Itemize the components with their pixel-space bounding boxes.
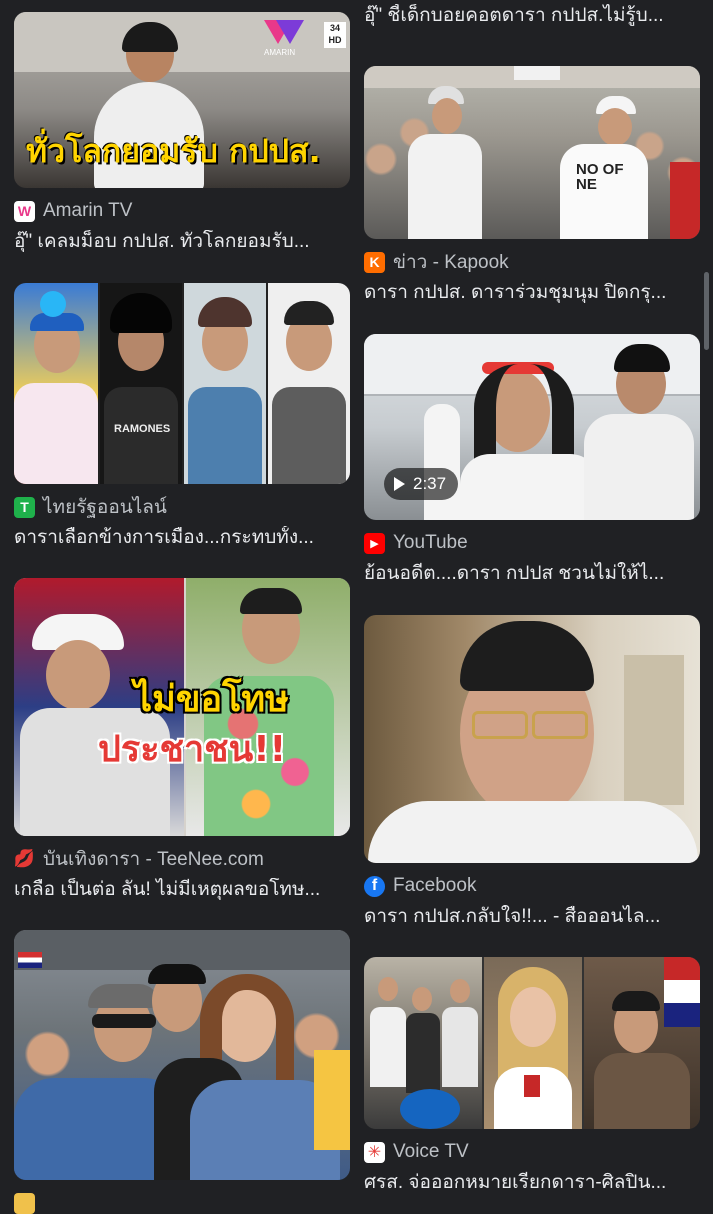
source-name: Voice TV	[393, 1141, 469, 1162]
shirt-text: NO OF NE	[576, 161, 624, 193]
sunglasses	[92, 1014, 156, 1028]
play-badge-icon	[40, 291, 66, 317]
thumbnail-caption-line-2: ประชาชน!!	[98, 729, 287, 770]
image-result-amarin[interactable]: AMARIN 34 HD ทั่วโลกยอมรับ กปปส. W Amari…	[14, 12, 350, 254]
shirt-text: RAMONES	[114, 423, 171, 435]
result-title[interactable]: อุ๊" เคลมม็อบ กปปส. ทั่วโลกยอมรับ...	[14, 230, 336, 254]
video-duration-badge: 2:37	[384, 468, 459, 500]
source-name: Facebook	[393, 875, 477, 896]
result-title[interactable]: ดาราเลือกข้างการเมือง...กระทบทั้ง...	[14, 526, 336, 550]
source-name: ข่าว - Kapook	[393, 252, 509, 273]
partial-favicon-icon	[14, 1192, 35, 1214]
source-name: บันเทิงดารา - TeeNee.com	[43, 849, 264, 870]
glasses-right	[532, 711, 588, 739]
source-line[interactable]: K ข่าว - Kapook	[364, 251, 700, 273]
channel-badge: 34 HD	[324, 22, 346, 48]
image-result-thairath[interactable]: RAMONES T ไทยรัฐออนไลน์ ดาราเลือกข้างการ…	[14, 283, 350, 550]
glasses-left	[472, 711, 528, 739]
singer-photo	[484, 957, 582, 1129]
result-title[interactable]: ดารา กปปส. ดาราร่วมชุมนุม ปิดกรุ...	[364, 281, 686, 305]
source-line[interactable]: 💋 บันเทิงดารา - TeeNee.com	[14, 848, 350, 870]
portrait-3	[184, 283, 266, 484]
result-title[interactable]: ดารา กปปส.กลับใจ!!... - สื่อออนไล...	[364, 905, 686, 929]
crowd-photo	[364, 957, 482, 1129]
result-title[interactable]: อุ๊" ชี้เด็กบอยคอตดารา กปปส.ไม่รู้บ...	[364, 4, 686, 28]
image-result-partial[interactable]	[14, 930, 350, 1214]
source-line[interactable]: f Facebook	[364, 875, 700, 897]
result-title[interactable]: ศรส. จ่อออกหมายเรียกดารา-ศิลปิน...	[364, 1171, 686, 1195]
thumbnail-caption-line-1: ไม่ขอโทษ	[134, 679, 289, 720]
result-thumbnail[interactable]: AMARIN 34 HD ทั่วโลกยอมรับ กปปส.	[14, 12, 350, 188]
performer-photo	[584, 957, 700, 1129]
image-result-voicetv[interactable]: ✳ Voice TV ศรส. จ่อออกหมายเรียกดารา-ศิลป…	[364, 957, 700, 1195]
sign	[514, 66, 560, 80]
source-name: Amarin TV	[43, 200, 133, 221]
watermark-text: AMARIN	[264, 48, 296, 57]
result-thumbnail[interactable]	[364, 615, 700, 863]
source-line[interactable]	[14, 1192, 350, 1214]
source-line[interactable]: W Amarin TV	[14, 200, 350, 222]
facebook-favicon-icon: f	[364, 875, 385, 897]
amarin-logo: AMARIN	[264, 20, 322, 62]
source-line[interactable]: T ไทยรัฐออนไลน์	[14, 496, 350, 518]
image-result-kapook[interactable]: NO OF NE K ข่าว - Kapook ดารา กปปส. ดารา…	[364, 66, 700, 305]
result-title[interactable]: ย้อนอดีต....ดารา กปปส ชวนไม่ให้ไ...	[364, 562, 686, 586]
image-result-top-partial[interactable]: อุ๊" ชี้เด็กบอยคอตดารา กปปส.ไม่รู้บ...	[364, 0, 700, 28]
image-result-facebook[interactable]: f Facebook ดารา กปปส.กลับใจ!!... - สื่ออ…	[364, 615, 700, 929]
result-thumbnail[interactable]	[364, 957, 700, 1129]
image-result-youtube[interactable]: 2:37 ▶ YouTube ย้อนอดีต....ดารา กปปส ชวน…	[364, 334, 700, 586]
amarin-favicon-icon: W	[14, 200, 35, 222]
thumbnail-caption: ทั่วโลกยอมรับ กปปส.	[26, 132, 321, 170]
thairath-favicon-icon: T	[14, 496, 35, 518]
result-thumbnail[interactable]: NO OF NE	[364, 66, 700, 239]
voicetv-favicon-icon: ✳	[364, 1141, 385, 1163]
image-result-teenee[interactable]: ไม่ขอโทษ ประชาชน!! 💋 บันเทิงดารา - TeeNe…	[14, 578, 350, 902]
video-duration: 2:37	[413, 474, 447, 493]
video-thumbnail[interactable]: 2:37	[364, 334, 700, 520]
scrollbar-thumb[interactable]	[704, 272, 709, 350]
result-title[interactable]: เกลือ เป็นต่อ ลั่น! ไม่มีเหตุผลขอโทษ...	[14, 878, 336, 902]
portrait-1	[14, 283, 98, 484]
source-line[interactable]: ✳ Voice TV	[364, 1141, 700, 1163]
kapook-favicon-icon: K	[364, 251, 385, 273]
result-thumbnail[interactable]	[14, 930, 350, 1180]
lips-favicon-icon: 💋	[13, 848, 36, 870]
portrait-4	[268, 283, 350, 484]
source-name: ไทยรัฐออนไลน์	[43, 497, 167, 518]
source-line[interactable]: ▶ YouTube	[364, 532, 700, 554]
result-thumbnail[interactable]: RAMONES	[14, 283, 350, 484]
result-thumbnail[interactable]: ไม่ขอโทษ ประชาชน!!	[14, 578, 350, 836]
source-name: YouTube	[393, 532, 468, 553]
play-icon	[394, 477, 405, 491]
portrait-2: RAMONES	[100, 283, 182, 484]
youtube-favicon-icon: ▶	[364, 532, 385, 554]
